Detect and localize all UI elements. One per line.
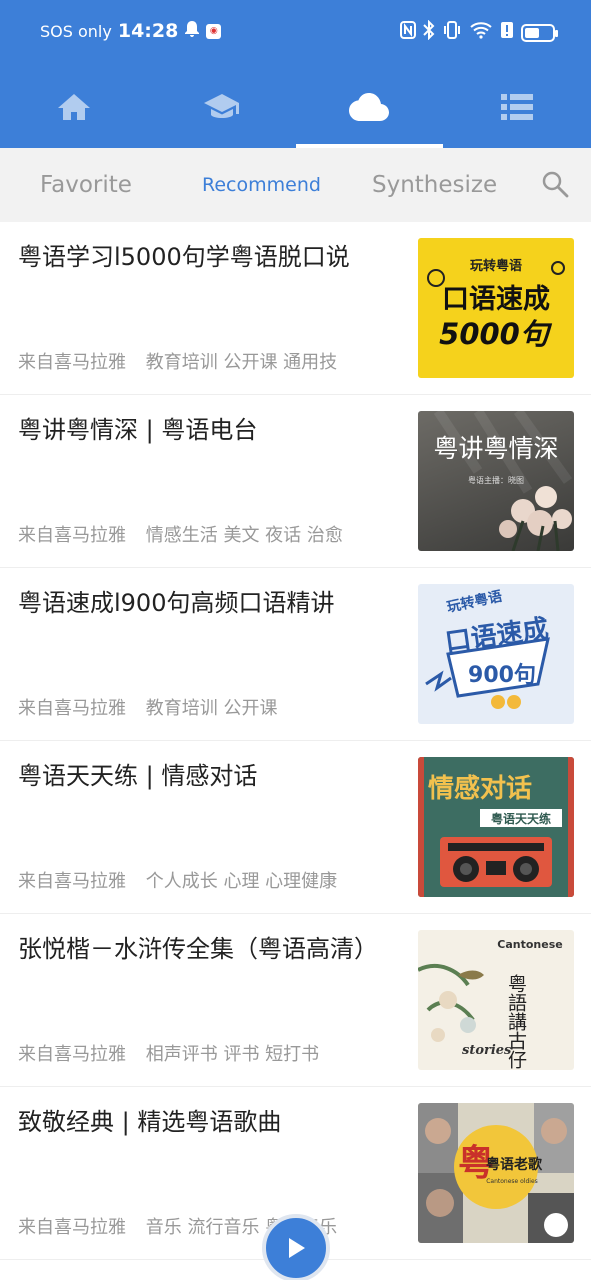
- item-tags: 情感生活 美文 夜话 治愈: [145, 525, 343, 546]
- item-source: 来自喜马拉雅: [18, 871, 126, 892]
- item-source: 来自喜马拉雅: [18, 698, 126, 719]
- item-title: 张悦楷－水浒传全集（粤语高清）: [18, 935, 378, 963]
- cover-sub-text: stories: [462, 1043, 512, 1058]
- item-title: 粤讲粤情深 | 粤语电台: [18, 416, 258, 444]
- tab-home[interactable]: [0, 66, 148, 148]
- list-item[interactable]: 粤语天天练 | 情感对话 来自喜马拉雅 个人成长 心理 心理健康 情感对话 粤语…: [0, 741, 591, 914]
- sub-tabs: Favorite Recommend Synthesize: [0, 148, 591, 222]
- cover-sub-text: 900句: [468, 662, 536, 688]
- list-icon: [501, 94, 534, 120]
- cover-top-text: Cantonese: [497, 938, 562, 951]
- item-source: 来自喜马拉雅: [18, 525, 126, 546]
- item-tags: 教育培训 公开课: [145, 698, 278, 719]
- nfc-icon: [400, 21, 416, 44]
- cover-main-text: 粤语老歌: [486, 1156, 543, 1173]
- cover-sub-text: 粤语主播：晓图: [468, 475, 524, 485]
- vibrate-icon: [442, 21, 462, 44]
- item-cover: 粤 粤语老歌 Cantonese oldies: [418, 1103, 574, 1243]
- list-item[interactable]: 粤语学习l5000句学粤语脱口说 来自喜马拉雅 教育培训 公开课 通用技 玩转粤…: [0, 222, 591, 395]
- main-nav-tabs: [0, 66, 591, 148]
- item-title: 致敬经典 | 精选粤语歌曲: [18, 1108, 282, 1136]
- item-source: 来自喜马拉雅: [18, 1044, 126, 1065]
- item-meta: 来自喜马拉雅 情感生活 美文 夜话 治愈: [18, 521, 388, 547]
- status-bar: SOS only 14:28 ◉: [0, 0, 591, 66]
- item-title: 粤语学习l5000句学粤语脱口说: [18, 243, 350, 271]
- top-header: SOS only 14:28 ◉: [0, 0, 591, 148]
- bluetooth-icon: [423, 19, 435, 45]
- cover-top-text: 玩转粤语: [445, 588, 503, 616]
- item-cover: Cantonese 粤語講古仔 stories: [418, 930, 574, 1070]
- recommend-list: 粤语学习l5000句学粤语脱口说 来自喜马拉雅 教育培训 公开课 通用技 玩转粤…: [0, 222, 591, 1260]
- wifi-icon: [469, 21, 493, 44]
- tab-courses[interactable]: [148, 66, 296, 148]
- list-item[interactable]: 粤语速成l900句高频口语精讲 来自喜马拉雅 教育培训 公开课 玩转粤语 口语速…: [0, 568, 591, 741]
- home-icon: [57, 94, 90, 120]
- item-tags: 个人成长 心理 心理健康: [145, 871, 338, 892]
- item-meta: 来自喜马拉雅 教育培训 公开课 通用技: [18, 348, 388, 374]
- cloud-icon: [349, 93, 390, 121]
- search-button[interactable]: [541, 170, 569, 202]
- tab-cloud[interactable]: [295, 66, 444, 148]
- item-tags: 相声评书 评书 短打书: [145, 1044, 320, 1065]
- cover-main-text: 粤讲粤情深: [433, 434, 558, 463]
- play-button[interactable]: [262, 1214, 330, 1280]
- item-cover: 情感对话 粤语天天练: [418, 757, 574, 897]
- app-notification-icon: ◉: [206, 23, 222, 39]
- item-tags: 教育培训 公开课 通用技: [145, 352, 338, 373]
- item-meta: 来自喜马拉雅 相声评书 评书 短打书: [18, 1040, 388, 1066]
- tab-list[interactable]: [443, 66, 591, 148]
- cover-sub-text: 5000句: [439, 317, 553, 351]
- item-title: 粤语速成l900句高频口语精讲: [18, 589, 335, 617]
- clock: 14:28: [117, 20, 179, 42]
- item-cover: 玩转粤语 口语速成 900句: [418, 584, 574, 724]
- item-title: 粤语天天练 | 情感对话: [18, 762, 258, 790]
- list-item[interactable]: 粤讲粤情深 | 粤语电台 来自喜马拉雅 情感生活 美文 夜话 治愈 粤讲粤情深 …: [0, 395, 591, 568]
- tab-synthesize[interactable]: Synthesize: [372, 172, 497, 198]
- item-meta: 来自喜马拉雅 个人成长 心理 心理健康: [18, 867, 388, 893]
- cover-sub-text: 粤语天天练: [491, 811, 551, 826]
- search-icon: [542, 171, 569, 198]
- battery-icon: [521, 23, 558, 42]
- item-cover: 玩转粤语 口语速成 5000句: [418, 238, 574, 378]
- graduation-cap-icon: [203, 94, 239, 118]
- item-cover: 粤讲粤情深 粤语主播：晓图: [418, 411, 574, 551]
- bell-icon: [184, 20, 200, 42]
- cover-top-text: 玩转粤语: [470, 258, 522, 274]
- tab-recommend[interactable]: Recommend: [202, 174, 321, 196]
- cover-sub-text: Cantonese oldies: [486, 1178, 538, 1185]
- carrier-label: SOS only: [40, 21, 112, 41]
- alert-icon: [500, 21, 514, 44]
- play-icon: [289, 1238, 305, 1258]
- item-meta: 来自喜马拉雅 教育培训 公开课: [18, 694, 388, 720]
- list-item[interactable]: 张悦楷－水浒传全集（粤语高清） 来自喜马拉雅 相声评书 评书 短打书 Canto…: [0, 914, 591, 1087]
- item-source: 来自喜马拉雅: [18, 1217, 126, 1238]
- cover-main-text: 口语速成: [442, 284, 550, 315]
- cover-main-text: 情感对话: [428, 774, 532, 804]
- item-meta: 来自喜马拉雅 音乐 流行音乐 粤语音乐: [18, 1213, 388, 1239]
- item-source: 来自喜马拉雅: [18, 352, 126, 373]
- tab-favorite[interactable]: Favorite: [40, 172, 132, 198]
